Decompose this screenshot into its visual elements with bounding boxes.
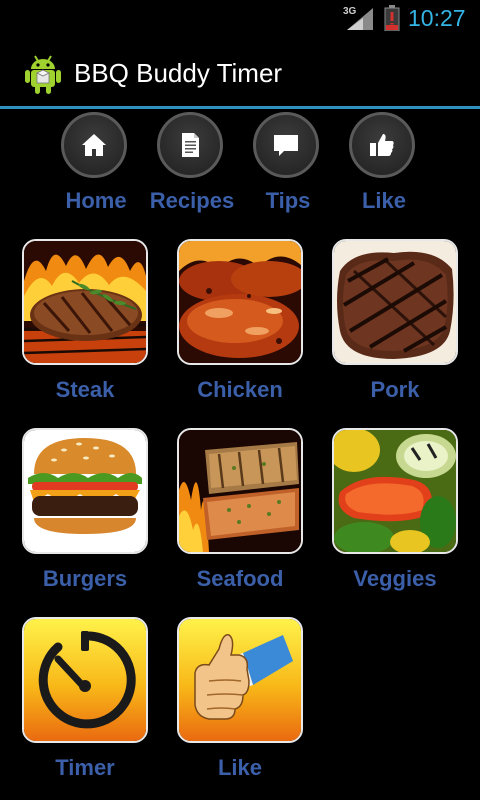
clock: 10:27 <box>408 5 466 31</box>
tile-burgers[interactable]: Burgers <box>22 428 148 598</box>
pork-image[interactable] <box>332 239 458 365</box>
tile-timer-label: Timer <box>55 755 115 780</box>
burger-image[interactable] <box>22 428 148 554</box>
tile-seafood-label: Seafood <box>196 566 284 591</box>
chat-bubble-icon <box>274 135 298 156</box>
battery-low-icon <box>384 5 400 31</box>
nav-home-circle[interactable] <box>61 112 127 178</box>
tile-steak-label: Steak <box>55 377 115 402</box>
tile-seafood[interactable]: Seafood <box>177 428 303 598</box>
nav-recipes-button[interactable]: Recipes <box>144 110 240 220</box>
tile-steak[interactable]: Steak <box>22 239 148 409</box>
tile-like[interactable]: Like <box>177 617 303 787</box>
timer-image[interactable] <box>22 617 148 743</box>
seafood-image[interactable] <box>177 428 303 554</box>
nav-tips-circle[interactable] <box>253 112 319 178</box>
android-robot-icon[interactable] <box>24 52 62 94</box>
nav-recipes-circle[interactable] <box>157 112 223 178</box>
like-image[interactable] <box>177 617 303 743</box>
tile-chicken-label: Chicken <box>197 377 283 402</box>
document-icon <box>182 133 199 157</box>
steak-image[interactable] <box>22 239 148 365</box>
thumbs-up-icon <box>370 134 394 156</box>
tile-burgers-label: Burgers <box>42 566 128 591</box>
tile-pork-label: Pork <box>370 377 420 402</box>
timer-icon <box>24 619 146 741</box>
nav-tips-button[interactable]: Tips <box>240 110 336 220</box>
tile-like-label: Like <box>217 755 263 780</box>
chicken-image[interactable] <box>177 239 303 365</box>
action-bar: BBQ Buddy Timer <box>0 38 480 109</box>
nav-like-circle[interactable] <box>349 112 415 178</box>
thumbs-up-icon <box>179 619 301 741</box>
tile-veggies-label: Veggies <box>353 566 437 591</box>
nav-home-button[interactable]: Home <box>48 110 144 220</box>
status-bar: 3G 10:27 <box>0 0 480 38</box>
home-icon <box>82 134 106 156</box>
app-title: BBQ Buddy Timer <box>74 58 283 88</box>
tile-timer[interactable]: Timer <box>22 617 148 787</box>
tile-veggies[interactable]: Veggies <box>332 428 458 598</box>
tile-pork[interactable]: Pork <box>332 239 458 409</box>
nav-like-button[interactable]: Like <box>336 110 432 220</box>
tile-chicken[interactable]: Chicken <box>177 239 303 409</box>
signal-icon <box>347 8 373 30</box>
nav-like-label: Like <box>361 188 407 213</box>
veggies-image[interactable] <box>332 428 458 554</box>
